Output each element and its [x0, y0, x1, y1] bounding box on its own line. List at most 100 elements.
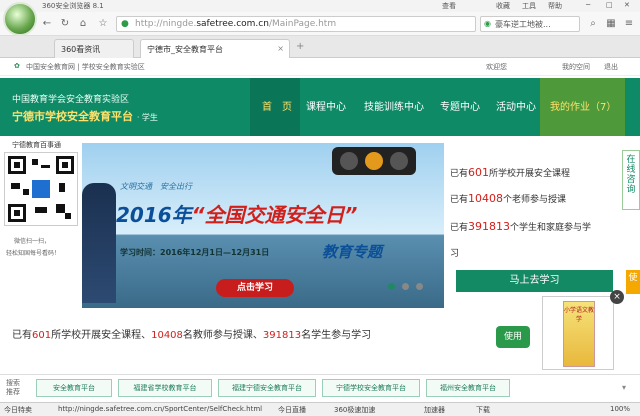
- recommend-link-3[interactable]: 福建宁德安全教育平台: [218, 379, 316, 397]
- book-ad-popup[interactable]: 小学语文教学: [542, 296, 614, 370]
- zoom-level[interactable]: 100%: [610, 405, 630, 413]
- online-consult-tab[interactable]: 在线咨询: [622, 150, 640, 210]
- stat-schools: 已有601所学校开展安全课程: [450, 166, 571, 179]
- carousel-dot-3[interactable]: [416, 283, 423, 290]
- banner-headline: 2016年“全国交通安全日”: [116, 199, 357, 228]
- recommend-label: 搜索 推荐: [6, 379, 20, 396]
- menu-tools[interactable]: 工具: [522, 1, 536, 11]
- url-prefix: http://ningde.: [135, 19, 197, 29]
- maximize-icon[interactable]: □: [606, 1, 613, 9]
- headline-year: 2016年: [116, 203, 192, 227]
- nav-topic-center[interactable]: 专题中心: [440, 98, 480, 113]
- summary-schools: 601: [32, 330, 52, 341]
- site-top-strip: ✿ 中国安全教育网 | 学校安全教育实验区 欢迎您 我的空间 退出: [0, 58, 640, 76]
- stat-students-cont: 习: [450, 249, 460, 259]
- summary-teachers: 10408: [151, 330, 183, 341]
- nav-home[interactable]: 首 页: [262, 98, 292, 113]
- browser-logo: [3, 2, 37, 36]
- downloads[interactable]: 下载: [476, 405, 490, 415]
- banner-study-time: 学习时间：2016年12月1日—12月31日: [120, 248, 270, 257]
- welcome-text: 欢迎您: [486, 63, 507, 71]
- use-badge[interactable]: 使用: [496, 326, 530, 348]
- menu-icon[interactable]: ≡: [622, 17, 636, 31]
- platform-title: 宁德市学校安全教育平台 · 学生: [12, 110, 158, 123]
- side-tab-use[interactable]: 使: [626, 270, 640, 294]
- stat-schools-number: 601: [468, 166, 490, 179]
- home-icon[interactable]: ⌂: [76, 17, 90, 31]
- speed-mode[interactable]: 360极速加速: [334, 405, 375, 415]
- scroll-down-icon[interactable]: ▾: [622, 383, 626, 392]
- menu-favorites[interactable]: 收藏: [496, 1, 510, 11]
- stat-students: 已有391813个学生和家庭参与学: [450, 220, 592, 233]
- search-box[interactable]: ◉ 豪车逆工地被...: [480, 16, 580, 32]
- tab-label: 360看资讯: [61, 45, 101, 54]
- stat-teachers-number: 10408: [468, 192, 504, 205]
- logout-link[interactable]: 退出: [604, 62, 618, 72]
- extensions-icon[interactable]: ▦: [604, 17, 618, 31]
- nav-course-center[interactable]: 课程中心: [306, 98, 346, 113]
- close-window-icon[interactable]: ✕: [624, 1, 630, 9]
- search-go-icon[interactable]: ⌕: [586, 17, 600, 31]
- carousel-dot-1[interactable]: [388, 283, 395, 290]
- summary-students: 391813: [262, 330, 302, 341]
- qr-code[interactable]: [4, 152, 78, 226]
- headline-main: “全国交通安全日”: [191, 203, 358, 227]
- status-bar: 今日特卖 http://ningde.safetree.com.cn/Sport…: [0, 402, 640, 416]
- banner-slogan: 文明交通 安全出行: [120, 182, 192, 191]
- qr-caption: 宁德教育百事通: [12, 141, 61, 149]
- qr-tip-2: 轻松知国每号看码！: [6, 250, 61, 257]
- menu-help[interactable]: 帮助: [548, 1, 562, 11]
- back-icon[interactable]: ←: [40, 17, 54, 31]
- qr-panel: 宁德教育百事通 微信扫一扫， 轻松知国每号看码！: [0, 136, 82, 296]
- site-header: 中国教育学会安全教育实验区 宁德市学校安全教育平台 · 学生 首 页 课程中心 …: [0, 78, 640, 136]
- search-icon: ◉: [484, 19, 491, 28]
- org-line: 中国教育学会安全教育实验区: [12, 95, 130, 105]
- url-bar[interactable]: ● http://ningde.safetree.com.cn/MainPage…: [116, 16, 476, 32]
- tab-close-icon[interactable]: ×: [277, 44, 284, 53]
- status-url: http://ningde.safetree.com.cn/SportCente…: [58, 405, 263, 413]
- nav-activity-center[interactable]: 活动中心: [496, 98, 536, 113]
- banner-traffic-safety-day[interactable]: 文明交通 安全出行 2016年“全国交通安全日” 学习时间：2016年12月1日…: [82, 143, 444, 308]
- stat-teachers: 已有10408个老师参与授课: [450, 192, 567, 205]
- nav-skill-training[interactable]: 技能训练中心: [364, 98, 424, 113]
- top-links[interactable]: 中国安全教育网 | 学校安全教育实验区: [26, 62, 145, 72]
- minimize-icon[interactable]: ─: [586, 1, 590, 9]
- qr-code-graphic: [8, 156, 74, 222]
- today-deals[interactable]: 今日特卖: [4, 405, 32, 415]
- search-text: 豪车逆工地被...: [495, 20, 551, 29]
- reload-icon[interactable]: ↻: [58, 17, 72, 31]
- learn-now-button[interactable]: 马上去学习: [456, 270, 613, 292]
- favorite-star-icon[interactable]: ☆: [96, 17, 110, 31]
- url-text[interactable]: http://ningde.safetree.com.cn/MainPage.h…: [135, 19, 336, 29]
- tab-360-news[interactable]: 360看资讯: [54, 39, 134, 58]
- browser-title: 360安全浏览器 8.1: [42, 2, 104, 10]
- accelerator[interactable]: 加速器: [424, 405, 445, 415]
- tab-ningde-platform[interactable]: 宁德市_安全教育平台 ×: [140, 39, 290, 58]
- url-path: /MainPage.htm: [268, 19, 337, 29]
- popup-close-icon[interactable]: ×: [610, 290, 624, 304]
- recommend-link-1[interactable]: 安全教育平台: [36, 379, 112, 397]
- recommend-link-5[interactable]: 福州安全教育平台: [426, 379, 510, 397]
- secure-shield-icon: ●: [121, 19, 129, 29]
- summary-line: 已有601所学校开展安全课程、10408名教师参与授课、391813名学生参与学…: [12, 330, 372, 341]
- nav-my-homework[interactable]: 我的作业（7）: [550, 98, 616, 113]
- carousel-dot-2[interactable]: [402, 283, 409, 290]
- tab-label: 宁德市_安全教育平台: [147, 45, 223, 54]
- stat-students-number: 391813: [468, 220, 511, 233]
- recommend-link-4[interactable]: 宁德学校安全教育平台: [322, 379, 420, 397]
- url-host: safetree.com.cn: [196, 19, 269, 29]
- today-live[interactable]: 今日直播: [278, 405, 306, 415]
- qr-tip-1: 微信扫一扫，: [14, 238, 51, 245]
- menu-view[interactable]: 查看: [442, 1, 456, 11]
- book-title: 小学语文教学: [563, 307, 594, 323]
- recommend-link-2[interactable]: 福建省学校教育平台: [118, 379, 212, 397]
- click-to-learn-button[interactable]: 点击学习: [216, 279, 294, 297]
- new-tab-icon[interactable]: +: [296, 41, 304, 52]
- search-recommend-bar: 搜索 推荐 安全教育平台 福建省学校教育平台 福建宁德安全教育平台 宁德学校安全教…: [0, 374, 640, 400]
- site-small-logo-icon: ✿: [14, 62, 20, 70]
- banner-subtitle: 教育专题: [322, 243, 383, 261]
- role-label: · 学生: [136, 113, 158, 122]
- police-figure-image: [82, 183, 116, 303]
- my-space-link[interactable]: 我的空间: [562, 62, 590, 72]
- browser-title-bar: 360安全浏览器 8.1 查看 收藏 工具 帮助 ─ □ ✕: [0, 0, 640, 12]
